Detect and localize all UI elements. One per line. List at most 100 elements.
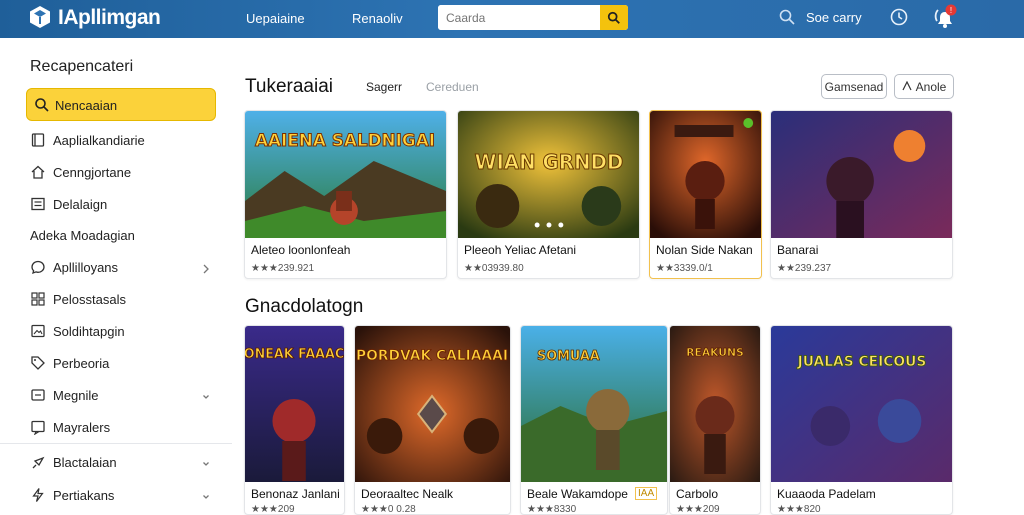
tag-icon	[30, 355, 46, 371]
sidebar-divider	[0, 443, 232, 444]
chevron-down-icon[interactable]	[202, 389, 210, 399]
nav-link-2[interactable]: Renaoliv	[352, 11, 403, 26]
game-rating: ★★★209	[676, 504, 720, 515]
game-card[interactable]: RONEAK FAAACK Benonaz Janlani ★★★209	[244, 325, 345, 515]
brand-name[interactable]: IApllimgan	[58, 6, 161, 30]
sidebar-item-10[interactable]: Mayralers	[26, 414, 216, 442]
game-title: Banarai	[777, 243, 819, 257]
game-card[interactable]: JUALAS CEICOUS Kuaaoda Padelam ★★★820	[770, 325, 953, 515]
game-rating: ★★3339.0/1	[656, 263, 713, 274]
box-logo-icon[interactable]	[28, 5, 52, 29]
sort-button-label: Anole	[915, 79, 947, 94]
chevron-right-icon[interactable]	[202, 261, 210, 274]
sidebar-item-label: Pertiakans	[53, 488, 115, 503]
sidebar-item-label: Aaplialkandiarie	[53, 133, 145, 148]
game-rating: ★★★0 0.28	[361, 504, 416, 515]
primary-button-label: Gamsenad	[824, 79, 884, 94]
sidebar-item-label: Megnile	[53, 388, 99, 403]
chevron-down-icon[interactable]	[202, 489, 210, 499]
list-icon	[30, 196, 46, 212]
game-card[interactable]: PORDVAK CALIAAAI Deoraaltec Nealk ★★★0 0…	[354, 325, 511, 515]
sort-button[interactable]: Anole	[894, 74, 954, 99]
game-title: Nolan Side Nakan	[656, 243, 753, 257]
game-cover-image: RONEAK FAAACK	[245, 326, 344, 482]
game-title: Pleeoh Yeliac Afetani	[464, 243, 577, 257]
grid-icon	[30, 291, 46, 307]
sort-icon	[902, 80, 912, 94]
sidebar-item-12[interactable]: Pertiakans	[26, 482, 216, 510]
folder-icon	[30, 387, 46, 403]
cover-title: PORDVAK CALIAAAI	[356, 348, 508, 364]
sidebar-item-11[interactable]: Blactalaian	[26, 449, 216, 477]
message-icon	[30, 419, 46, 436]
sidebar-item-3[interactable]: Delalaign	[26, 191, 216, 219]
cover-title: AAIENA SALDNIGAI	[255, 130, 435, 150]
game-cover-image: AAIENA SALDNIGAI	[245, 111, 446, 238]
game-card[interactable]: AAIENA SALDNIGAI Aleteo loonlonfeah ★★★2…	[244, 110, 447, 279]
sidebar-item-active[interactable]: Nencaaian	[26, 88, 216, 121]
game-card[interactable]: SOMUAA Beale Wakamdope ★★★8330 IAA	[520, 325, 668, 515]
game-rating: ★★239.237	[777, 263, 832, 274]
bolt-icon	[30, 487, 46, 503]
sidebar-item-label: Pelosstasals	[53, 292, 126, 307]
cover-title: SOMUAA	[537, 349, 600, 364]
sidebar-item-8[interactable]: Perbeoria	[26, 350, 216, 378]
nav-link-1[interactable]: Uepaiaine	[246, 11, 305, 26]
tab-2[interactable]: Cereduen	[426, 80, 479, 94]
cover-title: REAKUNS	[686, 346, 744, 359]
game-rating: ★★03939.80	[464, 263, 524, 274]
cover-title: WIAN GRNDD	[475, 151, 624, 174]
sidebar-item-label: Delalaign	[53, 197, 108, 212]
game-title: Carbolo	[676, 487, 719, 501]
game-rating: ★★★239.921	[251, 263, 315, 274]
sidebar-item-label: Perbeoria	[53, 356, 110, 371]
tab-1[interactable]: Sagerr	[366, 80, 402, 94]
game-title: Kuaaoda Padelam	[777, 487, 876, 501]
sidebar-item-7[interactable]: Soldihtapgin	[26, 318, 216, 346]
sidebar-item-label: Cenngjortane	[53, 165, 132, 180]
section-title-featured: Tukeraaiai	[245, 76, 334, 97]
primary-button[interactable]: Gamsenad	[821, 74, 887, 99]
sidebar-item-2[interactable]: Cenngjortane	[26, 159, 216, 187]
clock-icon[interactable]	[889, 7, 909, 27]
sidebar-item-label: Soldihtapgin	[53, 324, 125, 339]
image-icon	[30, 323, 46, 339]
game-cover-image: WIAN GRNDD	[458, 111, 639, 238]
game-card[interactable]: Nolan Side Nakan ★★3339.0/1	[649, 110, 762, 279]
search-icon[interactable]	[778, 8, 796, 26]
game-card[interactable]: WIAN GRNDD Pleeoh Yeliac Afetani ★★03939…	[457, 110, 640, 279]
game-rating: ★★★8330	[527, 504, 577, 515]
game-title: Aleteo loonlonfeah	[251, 243, 351, 257]
cover-title: JUALAS CEICOUS	[797, 354, 927, 370]
sidebar-item-label: Blactalaian	[53, 455, 117, 470]
header-link[interactable]: Soe carry	[806, 10, 862, 25]
search-input[interactable]	[438, 5, 600, 30]
game-title: Beale Wakamdope	[527, 487, 628, 501]
game-card[interactable]: Banarai ★★239.237	[770, 110, 953, 279]
notification-icon[interactable]: !	[930, 4, 960, 32]
search-button[interactable]	[600, 5, 628, 30]
section-title-catalog: Gnacdolatogn	[245, 296, 364, 317]
chevron-down-icon[interactable]	[202, 456, 210, 466]
game-cover-image: REAKUNS	[670, 326, 760, 482]
sidebar-item-label: Nencaaian	[55, 98, 118, 113]
game-rating: ★★★209	[251, 504, 295, 515]
sidebar-item-1[interactable]: Aaplialkandiarie	[26, 127, 216, 155]
game-card[interactable]: REAKUNS Carbolo ★★★209	[669, 325, 761, 515]
sidebar-item-4[interactable]: Adeka Moadagian	[26, 222, 216, 250]
sidebar-item-6[interactable]: Pelosstasals	[26, 286, 216, 314]
sidebar-item-label: Mayralers	[53, 420, 111, 435]
search-icon	[607, 11, 620, 24]
game-title: Deoraaltec Nealk	[361, 487, 454, 501]
sidebar-item-9[interactable]: Megnile	[26, 382, 216, 410]
game-cover-image	[771, 111, 952, 238]
chat-icon	[30, 259, 46, 275]
search-bar	[438, 5, 628, 30]
sidebar-title: Recapencateri	[30, 58, 134, 75]
sidebar-item-5[interactable]: Apllilloyans	[26, 254, 216, 282]
pin-icon	[30, 454, 46, 470]
game-cover-image	[650, 111, 761, 238]
game-cover-image: SOMUAA	[521, 326, 667, 482]
cover-title: RONEAK FAAACK	[245, 347, 344, 362]
sidebar-item-label: Adeka Moadagian	[30, 228, 135, 243]
